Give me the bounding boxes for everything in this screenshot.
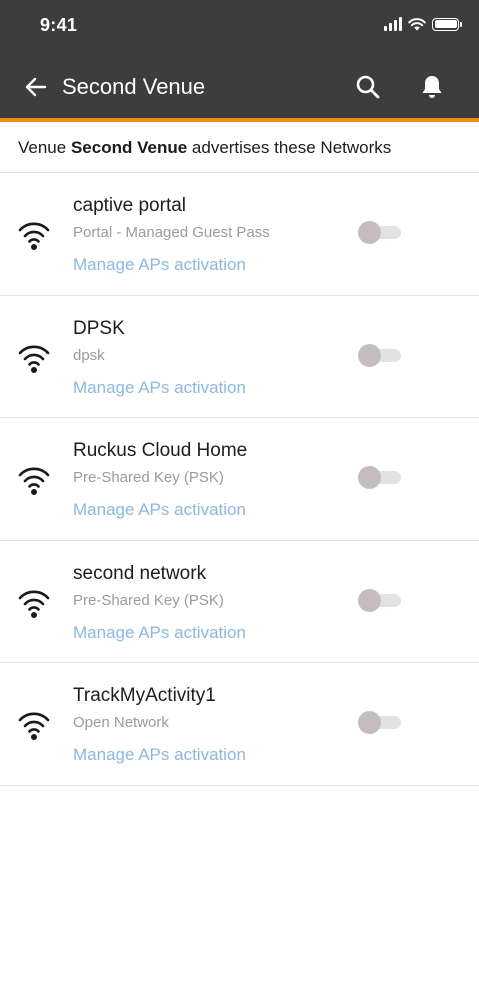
wifi-icon	[18, 467, 50, 495]
network-row[interactable]: captive portal Portal - Managed Guest Pa…	[0, 173, 479, 296]
network-row[interactable]: TrackMyActivity1 Open Network Manage APs…	[0, 663, 479, 786]
wifi-icon	[18, 590, 50, 618]
network-name: second network	[73, 562, 207, 584]
network-row[interactable]: DPSK dpsk Manage APs activation	[0, 296, 479, 418]
wifi-status-icon	[408, 18, 426, 31]
status-bar: 9:41	[0, 0, 479, 50]
manage-aps-link[interactable]: Manage APs activation	[73, 623, 246, 643]
network-list: captive portal Portal - Managed Guest Pa…	[0, 173, 479, 786]
arrow-left-icon	[25, 77, 47, 97]
network-type: Open Network	[73, 714, 169, 731]
wifi-icon	[18, 345, 50, 373]
network-name: DPSK	[73, 317, 125, 339]
network-name: Ruckus Cloud Home	[73, 440, 248, 461]
manage-aps-link[interactable]: Manage APs activation	[73, 745, 246, 765]
caption-suffix: advertises these Networks	[191, 138, 392, 157]
app-bar: Second Venue	[0, 56, 479, 118]
status-icons	[384, 17, 462, 31]
back-button[interactable]	[22, 73, 50, 101]
wifi-icon	[18, 222, 50, 250]
header: 9:41 Second Venue	[0, 0, 479, 118]
network-type: Portal - Managed Guest Pass	[73, 224, 270, 241]
cellular-signal-icon	[384, 17, 402, 31]
network-toggle[interactable]	[358, 220, 402, 244]
network-type: Pre-Shared Key (PSK)	[73, 469, 224, 486]
app-screen: 9:41 Second Venue Venue Second Venue adv…	[0, 0, 479, 998]
network-toggle[interactable]	[358, 465, 402, 489]
network-row[interactable]: second network Pre-Shared Key (PSK) Mana…	[0, 541, 479, 663]
network-name: TrackMyActivity1	[73, 685, 216, 706]
search-button[interactable]	[352, 71, 384, 103]
battery-icon	[432, 17, 462, 31]
network-name: captive portal	[73, 195, 187, 216]
notifications-button[interactable]	[416, 71, 448, 103]
manage-aps-link[interactable]: Manage APs activation	[73, 500, 246, 520]
bell-icon	[422, 76, 442, 98]
page-title: Second Venue	[62, 74, 206, 99]
wifi-icon	[18, 712, 50, 740]
network-toggle[interactable]	[358, 710, 402, 734]
network-type: dpsk	[73, 346, 105, 364]
network-toggle[interactable]	[358, 588, 402, 612]
network-type: Pre-Shared Key (PSK)	[73, 591, 224, 609]
caption-prefix: Venue	[18, 138, 67, 157]
network-toggle[interactable]	[358, 343, 402, 367]
network-row[interactable]: Ruckus Cloud Home Pre-Shared Key (PSK) M…	[0, 418, 479, 541]
manage-aps-link[interactable]: Manage APs activation	[73, 378, 246, 398]
status-time: 9:41	[40, 15, 78, 35]
search-icon	[356, 75, 380, 99]
caption-venue-name: Second Venue	[70, 138, 188, 157]
manage-aps-link[interactable]: Manage APs activation	[73, 255, 246, 275]
venue-caption: Venue Second Venue advertises these Netw…	[0, 122, 479, 173]
